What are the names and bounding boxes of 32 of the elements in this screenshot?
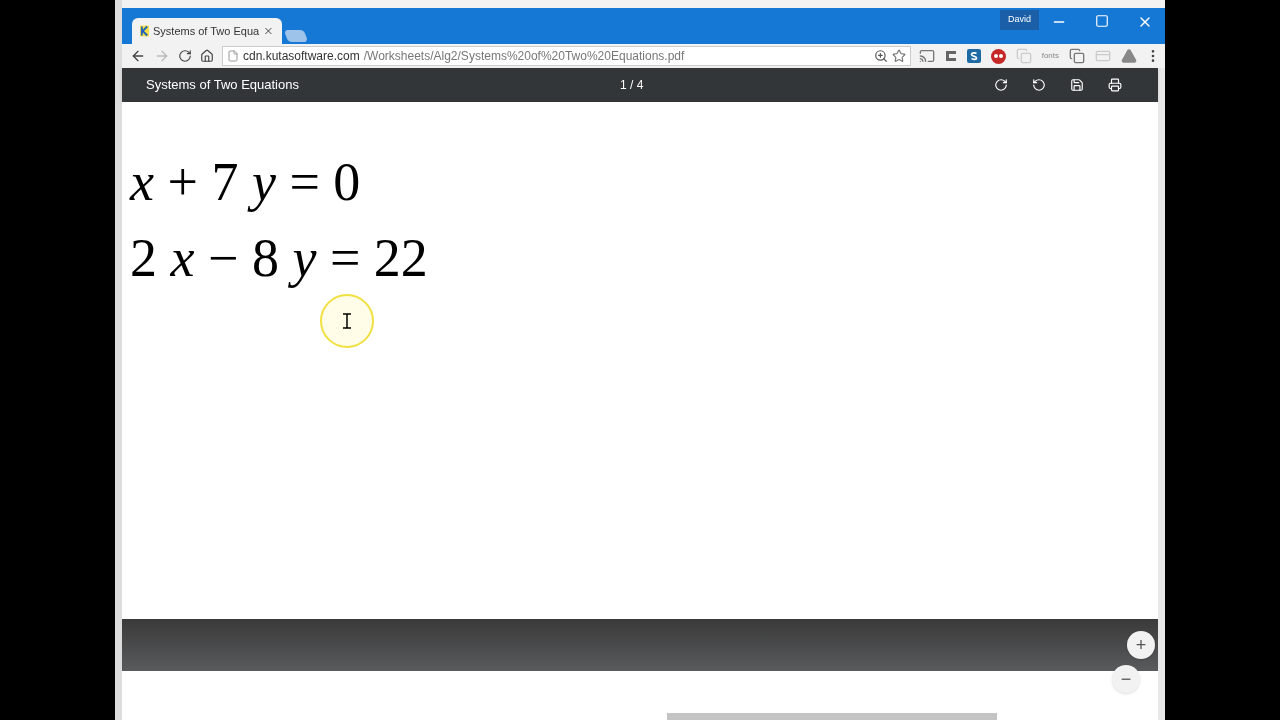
round-badge-icon[interactable] bbox=[990, 48, 1006, 64]
home-icon[interactable] bbox=[200, 49, 214, 63]
rotate-counterclockwise-icon[interactable] bbox=[1032, 78, 1046, 92]
reload-icon[interactable] bbox=[178, 49, 192, 63]
copy-icon[interactable] bbox=[1069, 48, 1085, 64]
cursor-highlight-icon bbox=[319, 293, 375, 349]
star-icon[interactable] bbox=[891, 49, 906, 63]
zoom-out-button[interactable]: − bbox=[1112, 665, 1140, 693]
close-icon[interactable] bbox=[263, 25, 274, 37]
triangle-icon[interactable] bbox=[1121, 48, 1137, 64]
zoom-in-button[interactable]: + bbox=[1127, 631, 1155, 659]
page-icon bbox=[227, 50, 239, 62]
horizontal-scrollbar[interactable] bbox=[667, 713, 997, 720]
rotate-clockwise-icon[interactable] bbox=[994, 78, 1008, 92]
equation: 2 x − 8 y = 22 bbox=[130, 227, 428, 290]
profile-name[interactable]: David bbox=[1000, 10, 1039, 30]
document-title: Systems of Two Equations bbox=[146, 76, 299, 95]
maximize-icon[interactable] bbox=[1095, 14, 1109, 28]
print-icon[interactable] bbox=[1108, 78, 1122, 92]
browser-tab[interactable]: Systems of Two Equa bbox=[132, 18, 282, 44]
bracket-icon[interactable] bbox=[944, 50, 957, 62]
back-icon[interactable] bbox=[130, 48, 146, 64]
tab-title: Systems of Two Equa bbox=[153, 23, 260, 39]
favicon-icon bbox=[140, 25, 149, 37]
zoom-icon[interactable] bbox=[873, 49, 888, 63]
cast-icon[interactable] bbox=[918, 48, 935, 64]
page-counter: 1 / 4 bbox=[619, 77, 644, 94]
equation: x + 7 y = 0 bbox=[130, 151, 361, 214]
square-letter-icon[interactable] bbox=[966, 49, 981, 63]
save-icon[interactable] bbox=[1070, 78, 1084, 92]
address-field[interactable]: cdn.kutasoftware.com /Worksheets/Alg2/Systems%20of%20Two%20Equations.pdf bbox=[222, 46, 911, 66]
new-tab-button[interactable] bbox=[283, 30, 309, 42]
